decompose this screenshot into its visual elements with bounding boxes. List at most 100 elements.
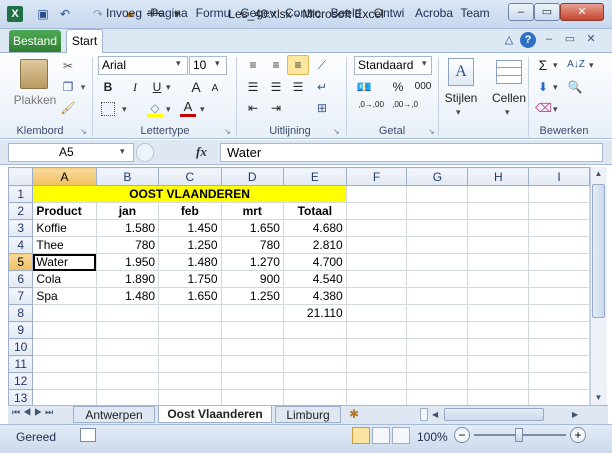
help-icon[interactable]: ?: [520, 32, 536, 48]
cell[interactable]: [345, 185, 408, 203]
cell[interactable]: [528, 185, 590, 203]
merge-center-icon[interactable]: ⊞: [313, 100, 331, 116]
copy-icon[interactable]: ❐: [60, 79, 76, 95]
cell[interactable]: [282, 338, 347, 356]
cell[interactable]: [528, 321, 590, 339]
vertical-scroll-thumb[interactable]: [592, 184, 605, 318]
cell[interactable]: [345, 219, 408, 237]
row-header[interactable]: 1: [8, 185, 34, 203]
row-header[interactable]: 5: [8, 253, 34, 271]
cell[interactable]: [528, 236, 590, 254]
cell[interactable]: 1.650: [220, 219, 284, 237]
name-box-dropdown-icon[interactable]: ▾: [120, 146, 125, 157]
cell[interactable]: [345, 338, 408, 356]
cell[interactable]: 780: [95, 236, 160, 254]
macro-record-icon[interactable]: [80, 428, 96, 442]
cell[interactable]: [406, 202, 469, 220]
new-sheet-icon[interactable]: ✱: [344, 406, 364, 423]
styles-icon[interactable]: A: [448, 58, 474, 86]
cell[interactable]: [467, 372, 530, 390]
cell[interactable]: 1.250: [220, 287, 284, 305]
font-size-dropdown-icon[interactable]: ▾: [215, 58, 220, 69]
cell[interactable]: [467, 304, 530, 322]
cell[interactable]: [467, 236, 530, 254]
grow-font-button[interactable]: A: [189, 79, 203, 95]
cell[interactable]: [467, 219, 530, 237]
cell[interactable]: [528, 253, 590, 271]
scroll-down-icon[interactable]: ▼: [592, 393, 605, 403]
tab-formulas[interactable]: Formu: [194, 3, 232, 24]
cell[interactable]: [158, 338, 222, 356]
cell[interactable]: [282, 372, 347, 390]
tab-insert[interactable]: Invoeg: [106, 3, 142, 24]
cell[interactable]: 1.450: [158, 219, 222, 237]
find-select-icon[interactable]: 🔍: [567, 79, 583, 95]
number-format-dropdown-icon[interactable]: ▾: [422, 58, 427, 69]
number-launcher-icon[interactable]: ↘: [428, 127, 435, 136]
cell[interactable]: [158, 321, 222, 339]
cell[interactable]: 4.700: [282, 253, 347, 271]
cell[interactable]: [406, 185, 469, 203]
zoom-level[interactable]: 100%: [417, 430, 448, 444]
tab-team[interactable]: Team: [458, 3, 492, 24]
ribbon-restore-icon[interactable]: ▭: [563, 32, 577, 46]
cell[interactable]: [345, 321, 408, 339]
paste-icon[interactable]: [20, 59, 48, 89]
cell[interactable]: [528, 338, 590, 356]
cell[interactable]: [406, 321, 469, 339]
select-all-corner[interactable]: [8, 167, 34, 186]
styles-dropdown-icon[interactable]: ▾: [456, 107, 461, 118]
cell[interactable]: 1.480: [158, 253, 222, 271]
cell[interactable]: [345, 270, 408, 288]
cell[interactable]: Cola: [32, 270, 97, 288]
tab-view[interactable]: Beeld: [328, 3, 364, 24]
sort-filter-button[interactable]: A↓Z: [565, 57, 587, 73]
align-middle-icon[interactable]: ≡: [267, 57, 285, 73]
column-header[interactable]: A: [32, 167, 97, 186]
decrease-indent-icon[interactable]: ⇤: [244, 100, 262, 116]
cell[interactable]: [220, 389, 284, 405]
page-break-view-icon[interactable]: [392, 427, 410, 444]
orientation-icon[interactable]: ⟋: [313, 57, 331, 73]
spreadsheet-grid[interactable]: A B C D E F G H I 1 OOST VLAANDEREN 2 Produ…: [8, 167, 590, 405]
bold-button[interactable]: B: [101, 79, 115, 95]
italic-button[interactable]: I: [128, 79, 142, 95]
cell[interactable]: [95, 321, 160, 339]
cell[interactable]: [406, 372, 469, 390]
sheet-tab-oost-vlaanderen[interactable]: Oost Vlaanderen: [158, 406, 272, 423]
active-cell[interactable]: Water: [32, 253, 97, 271]
cell[interactable]: 1.950: [95, 253, 160, 271]
cell[interactable]: [345, 355, 408, 373]
cell[interactable]: 21.110: [282, 304, 347, 322]
cell[interactable]: [95, 355, 160, 373]
cell[interactable]: Koffie: [32, 219, 97, 237]
cell[interactable]: 1.250: [158, 236, 222, 254]
cut-icon[interactable]: ✂: [60, 58, 76, 74]
column-header[interactable]: D: [220, 167, 284, 186]
cell[interactable]: [467, 253, 530, 271]
cell[interactable]: Thee: [32, 236, 97, 254]
underline-dropdown-icon[interactable]: ▾: [166, 82, 171, 93]
cell[interactable]: [32, 372, 97, 390]
tab-review[interactable]: Contro: [283, 3, 323, 24]
cell[interactable]: [220, 321, 284, 339]
maximize-button[interactable]: ▭: [534, 3, 560, 21]
cell[interactable]: 1.480: [95, 287, 160, 305]
row-header[interactable]: 11: [8, 355, 34, 373]
tab-start[interactable]: Start: [66, 29, 103, 54]
zoom-in-button[interactable]: +: [570, 427, 586, 443]
tab-file[interactable]: Bestand: [9, 30, 61, 52]
cell[interactable]: [406, 304, 469, 322]
tab-page-layout[interactable]: Pagina: [148, 3, 190, 24]
cell[interactable]: [528, 270, 590, 288]
font-launcher-icon[interactable]: ↘: [224, 127, 231, 136]
cell[interactable]: [528, 389, 590, 405]
cell[interactable]: [406, 355, 469, 373]
cell[interactable]: [406, 287, 469, 305]
sort-dropdown-icon[interactable]: ▾: [589, 60, 594, 71]
cell[interactable]: [32, 389, 97, 405]
cell[interactable]: [32, 304, 97, 322]
cell[interactable]: [95, 372, 160, 390]
cell[interactable]: [345, 304, 408, 322]
row-header[interactable]: 4: [8, 236, 34, 254]
